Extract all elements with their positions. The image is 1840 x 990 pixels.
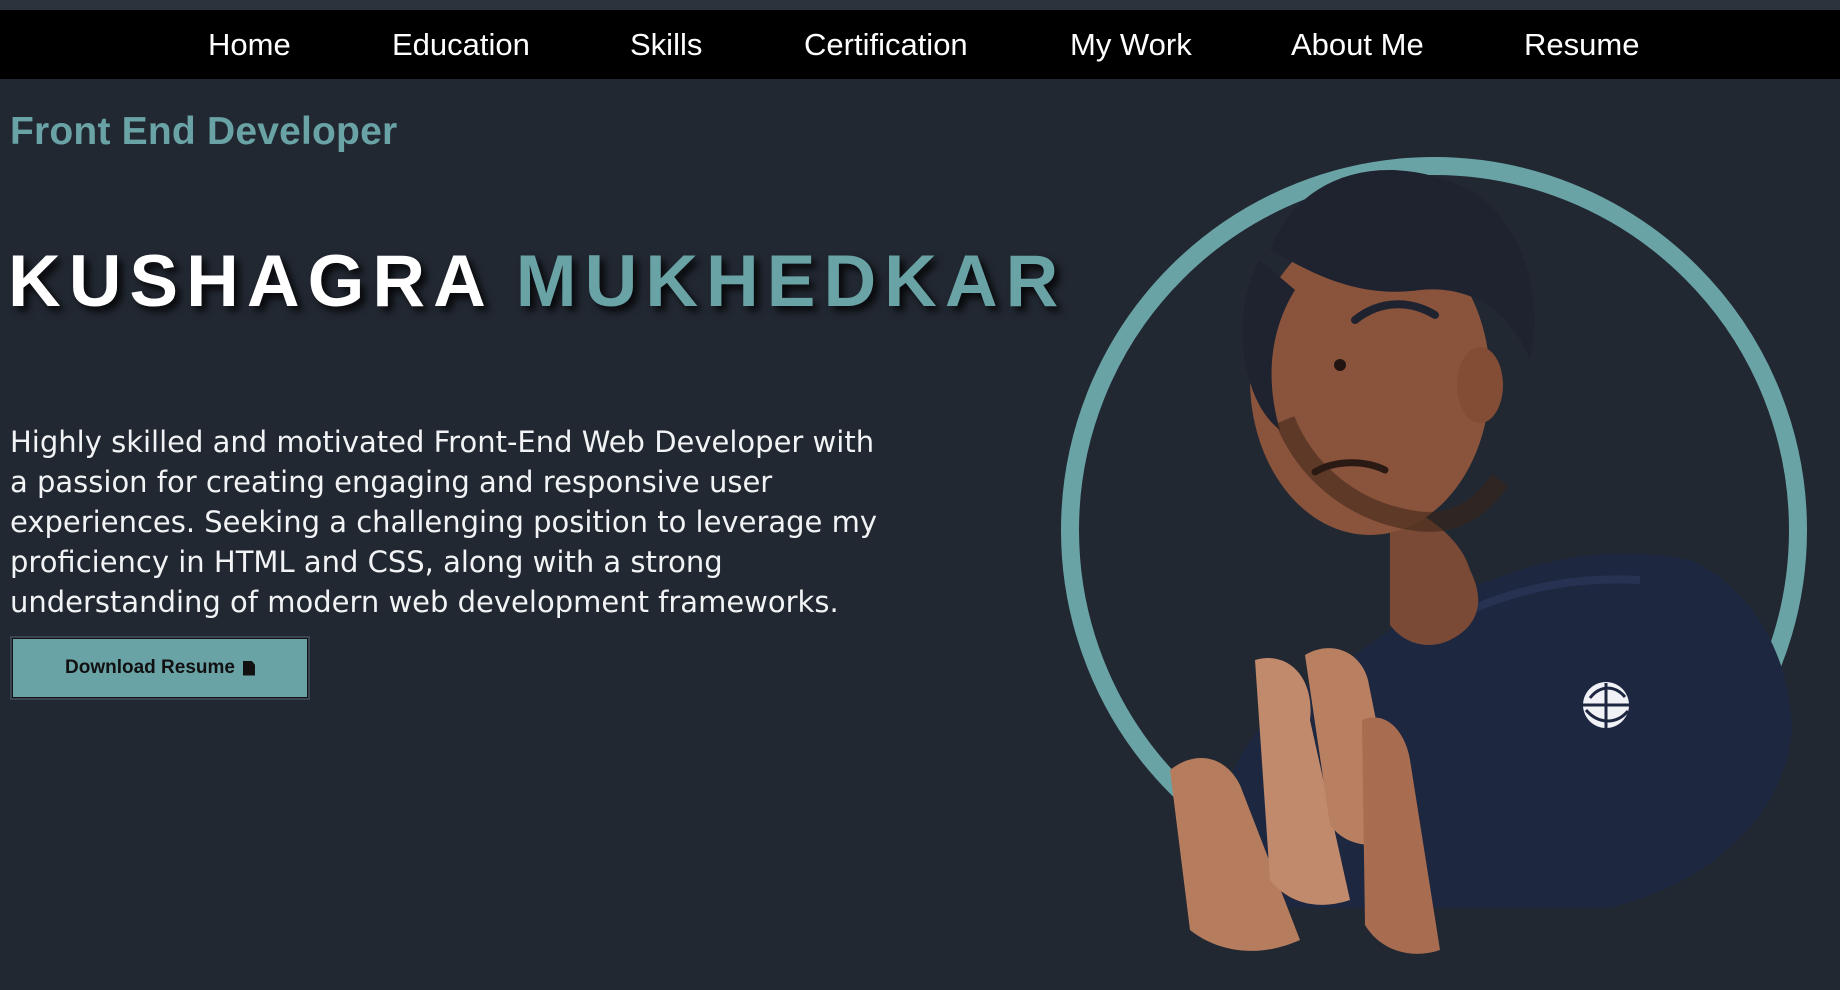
top-strip <box>0 0 1840 10</box>
nav-skills[interactable]: Skills <box>630 10 702 79</box>
profile-portrait <box>1050 80 1840 980</box>
nav-my-work[interactable]: My Work <box>1070 10 1192 79</box>
role-title: Front End Developer <box>10 110 398 153</box>
hero-name: KUSHAGRA MUKHEDKAR <box>8 245 1066 318</box>
nav-home[interactable]: Home <box>208 10 291 79</box>
first-name: KUSHAGRA <box>8 241 494 322</box>
nav-education[interactable]: Education <box>392 10 530 79</box>
nav-resume[interactable]: Resume <box>1524 10 1639 79</box>
download-resume-label: Download Resume <box>65 657 235 678</box>
nav-about-me[interactable]: About Me <box>1291 10 1424 79</box>
hero-bio: Highly skilled and motivated Front-End W… <box>10 425 878 619</box>
nav-certification[interactable]: Certification <box>804 10 968 79</box>
main-navbar: Home Education Skills Certification My W… <box>0 10 1840 79</box>
file-icon <box>242 660 255 676</box>
portrait-illustration <box>1061 157 1807 954</box>
last-name: MUKHEDKAR <box>515 241 1067 322</box>
download-resume-button[interactable]: Download Resume <box>10 636 310 700</box>
